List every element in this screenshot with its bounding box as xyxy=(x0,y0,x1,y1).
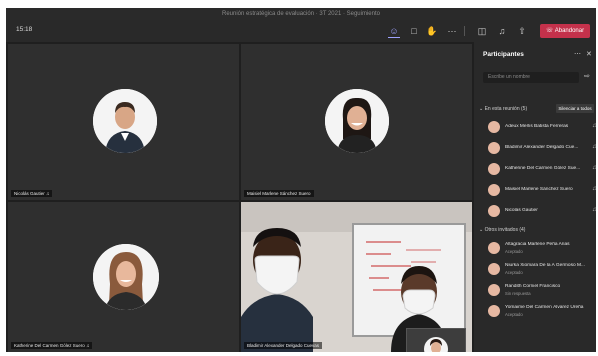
teams-meeting-window: Reunión estratégica de evaluación · 3T 2… xyxy=(6,8,596,352)
invite-status: Aceptado xyxy=(505,312,523,317)
mic-icon: ♫ xyxy=(46,191,50,196)
participant-name: Niurka Xiomara De la A Germoso M... xyxy=(505,263,585,268)
participant-name: Yomaime Del Carmen Álvarez Ureña xyxy=(505,305,584,310)
invite-status: Aceptado xyxy=(505,270,523,275)
close-icon[interactable]: ✕ xyxy=(586,50,592,58)
invited-row[interactable]: Randith Corniel Francisco Sin respuesta xyxy=(488,283,596,297)
avatar xyxy=(488,205,500,217)
tile-name: Maisiel Marlene Sánchez Suero xyxy=(247,191,311,196)
participant-row[interactable]: Bladimir Alexander Delgado Cue... ♫ xyxy=(488,141,596,155)
invite-status: Sin respuesta xyxy=(505,291,531,296)
share-invite-icon[interactable]: ⇨ xyxy=(584,72,590,80)
leave-button[interactable]: ☏ Abandonar xyxy=(540,24,590,38)
in-meeting-label: En esta reunión (5) xyxy=(484,106,528,112)
avatar xyxy=(488,263,500,275)
participant-photo xyxy=(93,244,159,310)
mic-icon: ♫ xyxy=(86,343,90,348)
participant-row[interactable]: Maisiel Marlene Sánchez Suero ♫ xyxy=(488,183,596,197)
participant-row[interactable]: Katherine Del Carmen Gólez Sue... ♫ xyxy=(488,162,596,176)
participant-name: Adeux Merlis Batista Ferreras xyxy=(505,124,569,129)
raise-hand-icon[interactable]: ✋ xyxy=(426,25,438,37)
participant-name: Bladimir Alexander Delgado Cue... xyxy=(505,145,579,150)
video-tile-3[interactable]: Katherine Del Carmen Gólez Suero ♫ xyxy=(8,202,239,352)
participants-panel: Participantes ⋯ ✕ Escribe un nombre ⇨ ⌄ … xyxy=(474,42,596,352)
invite-status: Aceptado xyxy=(505,249,523,254)
more-options-icon[interactable]: ⋯ xyxy=(574,50,581,58)
avatar xyxy=(488,284,500,296)
toolbar-divider xyxy=(464,26,465,36)
leave-label: Abandonar xyxy=(554,28,585,34)
participant-name: Randith Corniel Francisco xyxy=(505,284,561,289)
self-view-feed xyxy=(407,329,465,352)
participant-name: Nicolás Gautier xyxy=(505,208,538,213)
in-meeting-section-header[interactable]: ⌄ En esta reunión (5) xyxy=(479,106,527,112)
self-view-video[interactable] xyxy=(406,328,466,352)
participant-name: Maisiel Marlene Sánchez Suero xyxy=(505,187,573,192)
video-tile-1[interactable]: Nicolás Gautier ♫ xyxy=(8,44,239,200)
panel-title: Participantes xyxy=(483,51,524,58)
avatar xyxy=(488,163,500,175)
chevron-down-icon: ⌄ xyxy=(479,106,484,112)
participants-icon[interactable]: ☺ xyxy=(388,25,400,38)
participant-row[interactable]: Adeux Merlis Batista Ferreras ♫ xyxy=(488,120,596,134)
chat-icon[interactable]: □ xyxy=(408,25,420,37)
mic-icon: ♫ xyxy=(592,186,596,192)
invited-label: Otros invitados (4) xyxy=(484,227,526,233)
participant-name-tag: Bladimir Alexander Delgado Cuevas xyxy=(244,342,323,349)
participant-photo xyxy=(93,89,157,153)
participant-name: Altagracia Marlene Peña Arias xyxy=(505,242,570,247)
meeting-timer: 15:18 xyxy=(16,26,33,33)
participant-name: Katherine Del Carmen Gólez Sue... xyxy=(505,166,581,171)
mic-icon: ♫ xyxy=(592,144,596,150)
mic-icon: ♫ xyxy=(592,207,596,213)
meeting-toolbar: 15:18 ☺ □ ✋ ⋯ ◫ ♫ ⇧ ☏ Abandonar xyxy=(6,20,596,42)
tile-name: Nicolás Gautier xyxy=(14,191,45,196)
mute-all-button[interactable]: Silenciar a todos xyxy=(556,104,594,113)
participant-row[interactable]: Nicolás Gautier ♫ xyxy=(488,204,596,218)
window-title: Reunión estratégica de evaluación · 3T 2… xyxy=(6,8,596,20)
avatar xyxy=(488,305,500,317)
avatar xyxy=(488,121,500,133)
mic-icon: ♫ xyxy=(592,165,596,171)
avatar xyxy=(488,142,500,154)
avatar xyxy=(488,242,500,254)
chevron-down-icon: ⌄ xyxy=(479,227,484,233)
avatar xyxy=(488,184,500,196)
invited-section-header[interactable]: ⌄ Otros invitados (4) xyxy=(479,227,525,233)
video-tile-2[interactable]: Maisiel Marlene Sánchez Suero xyxy=(241,44,472,200)
tile-name: Bladimir Alexander Delgado Cuevas xyxy=(247,343,320,348)
participant-name-tag: Maisiel Marlene Sánchez Suero xyxy=(244,190,314,197)
invited-row[interactable]: Niurka Xiomara De la A Germoso M... Acep… xyxy=(488,262,596,276)
participant-search-input[interactable]: Escribe un nombre xyxy=(483,72,579,83)
share-icon[interactable]: ⇧ xyxy=(516,25,528,37)
invited-row[interactable]: Yomaime Del Carmen Álvarez Ureña Aceptad… xyxy=(488,304,596,318)
mic-icon: ♫ xyxy=(592,123,596,129)
tile-name: Katherine Del Carmen Gólez Suero xyxy=(14,343,85,348)
participant-photo xyxy=(325,89,389,153)
microphone-icon[interactable]: ♫ xyxy=(496,25,508,37)
search-placeholder: Escribe un nombre xyxy=(488,74,530,80)
invited-row[interactable]: Altagracia Marlene Peña Arias Aceptado xyxy=(488,241,596,255)
phone-icon: ☏ xyxy=(545,28,554,34)
participant-name-tag: Nicolás Gautier ♫ xyxy=(11,190,53,197)
more-icon[interactable]: ⋯ xyxy=(446,25,458,37)
participant-name-tag: Katherine Del Carmen Gólez Suero ♫ xyxy=(11,342,93,349)
camera-icon[interactable]: ◫ xyxy=(476,25,488,37)
